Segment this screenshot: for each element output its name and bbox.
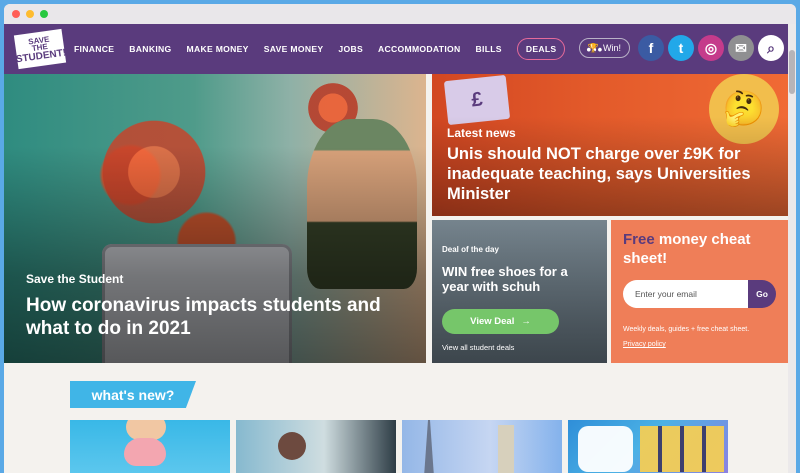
nav-bills[interactable]: BILLS: [476, 44, 502, 54]
view-deal-label: View Deal: [470, 316, 515, 327]
mail-icon[interactable]: ✉: [728, 35, 754, 61]
deal-title[interactable]: WIN free shoes for a year with schuh: [442, 264, 597, 294]
search-icon[interactable]: ⌕: [758, 35, 784, 61]
whats-new-label: what's new?: [70, 381, 196, 408]
site-nav: Save the Student! FINANCE BANKING MAKE M…: [4, 24, 788, 74]
privacy-policy-link[interactable]: Privacy policy: [623, 341, 666, 348]
view-deal-button[interactable]: View Deal →: [442, 309, 559, 334]
nav-save-money[interactable]: SAVE MONEY: [264, 44, 324, 54]
cheat-sheet-note: Weekly deals, guides + free cheat sheet.: [623, 326, 750, 333]
cheat-sheet-title-accent: Free: [623, 231, 655, 248]
hand-image: [126, 420, 166, 440]
latest-news-card[interactable]: £ 🤔 Latest news Unis should NOT charge o…: [432, 74, 789, 216]
browser-window: Save the Student! FINANCE BANKING MAKE M…: [4, 4, 796, 473]
article-thumb[interactable]: [70, 420, 230, 473]
sim-cards-image: [640, 426, 724, 472]
win-label: Win!: [603, 43, 621, 53]
article-thumb[interactable]: [236, 420, 396, 473]
piggy-bank-icon: [124, 438, 166, 466]
win-button[interactable]: 🏆 Win!: [578, 38, 630, 58]
cheat-sheet-title: Free money cheat sheet!: [623, 230, 788, 268]
latest-kicker: Latest news: [447, 126, 516, 140]
minimize-dot[interactable]: [26, 10, 34, 18]
nav-make-money[interactable]: MAKE MONEY: [187, 44, 249, 54]
hero-title[interactable]: How coronavirus impacts students and wha…: [26, 294, 411, 340]
person-avatar: [278, 432, 306, 460]
facebook-icon[interactable]: f: [638, 35, 664, 61]
twitter-icon[interactable]: t: [668, 35, 694, 61]
eiffel-tower-icon: [424, 420, 434, 473]
nav-deals-button[interactable]: DEALS: [516, 38, 566, 60]
leaning-tower-icon: [498, 425, 514, 473]
instagram-icon[interactable]: ◎: [698, 35, 724, 61]
arrow-right-icon: →: [521, 316, 531, 327]
page-frame: Save the Student! FINANCE BANKING MAKE M…: [0, 0, 800, 473]
article-thumb[interactable]: [568, 420, 728, 473]
view-all-deals-link[interactable]: View all student deals: [442, 343, 514, 352]
maximize-dot[interactable]: [40, 10, 48, 18]
latest-title[interactable]: Unis should NOT charge over £9K for inad…: [447, 144, 782, 204]
hero-kicker: Save the Student: [26, 272, 124, 286]
cheat-sheet-card: Free money cheat sheet! Enter your email…: [611, 220, 789, 363]
nav-accommodation[interactable]: ACCOMMODATION: [378, 44, 461, 54]
deal-of-the-day-card[interactable]: Deal of the day WIN free shoes for a yea…: [432, 220, 607, 363]
hero-feature[interactable]: Save the Student How coronavirus impacts…: [4, 74, 426, 363]
article-thumb[interactable]: [402, 420, 562, 473]
nav-jobs[interactable]: JOBS: [338, 44, 363, 54]
nav-actions: 🏆 Win! f t ◎ ✉ ⌕: [578, 35, 784, 61]
deal-kicker: Deal of the day: [442, 245, 499, 254]
main-menu: FINANCE BANKING MAKE MONEY SAVE MONEY JO…: [74, 38, 603, 60]
nav-banking[interactable]: BANKING: [129, 44, 171, 54]
trophy-icon: 🏆: [587, 42, 599, 53]
phone-image: [578, 426, 633, 472]
email-placeholder: Enter your email: [635, 289, 697, 299]
logo-line-3: Student!: [15, 47, 67, 66]
scrollbar-thumb[interactable]: [789, 50, 795, 94]
go-button[interactable]: Go: [748, 280, 776, 308]
close-dot[interactable]: [12, 10, 20, 18]
site-logo[interactable]: Save the Student!: [13, 28, 67, 70]
scrollbar[interactable]: [788, 24, 796, 473]
browser-chrome: [4, 4, 796, 24]
email-field[interactable]: Enter your email: [623, 280, 748, 308]
nav-finance[interactable]: FINANCE: [74, 44, 114, 54]
